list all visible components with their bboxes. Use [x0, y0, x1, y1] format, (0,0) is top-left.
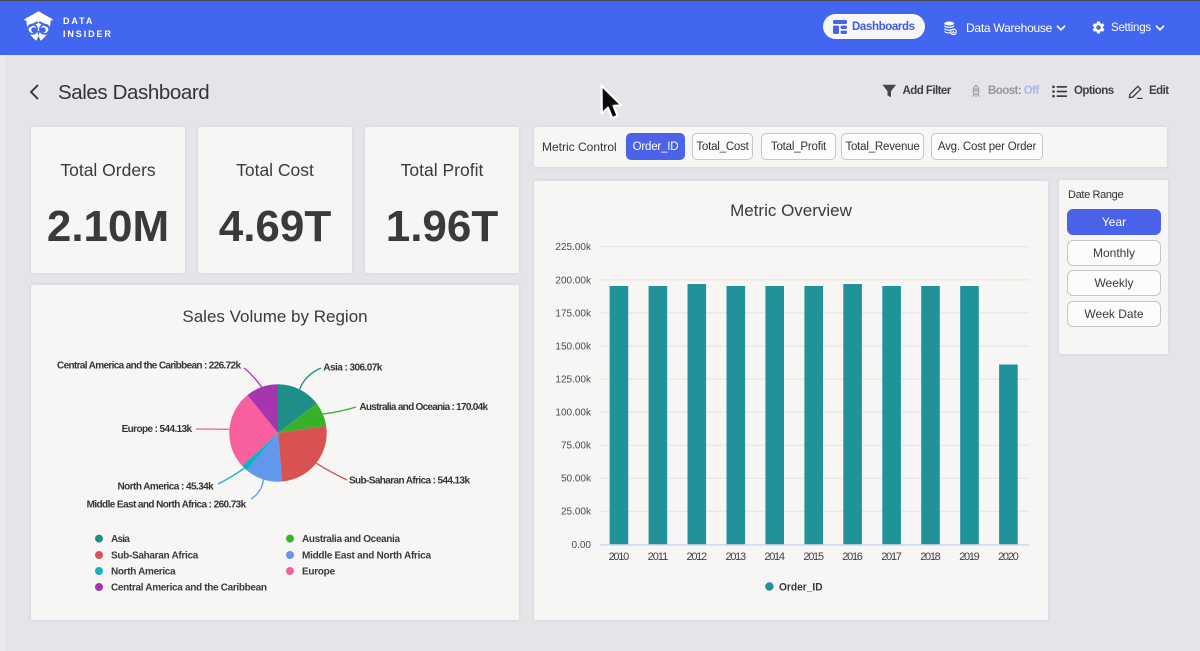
svg-text:North America: North America: [111, 566, 176, 577]
svg-text:2011: 2011: [648, 551, 669, 563]
svg-text:75.00k: 75.00k: [561, 441, 592, 452]
svg-text:2019: 2019: [959, 551, 980, 563]
svg-text:2020: 2020: [998, 551, 1019, 563]
svg-text:Middle East and North Africa: Middle East and North Africa: [302, 550, 431, 561]
svg-text:0.00: 0.00: [572, 540, 592, 551]
svg-text:125.00k: 125.00k: [555, 375, 592, 386]
svg-text:Europe: Europe: [302, 566, 335, 577]
svg-text:225.00k: 225.00k: [555, 242, 592, 253]
svg-text:Middle East and North Africa :: Middle East and North Africa : 260.73k: [87, 500, 247, 511]
svg-text:2012: 2012: [687, 551, 708, 563]
svg-text:Central America and the Caribb: Central America and the Caribbean: [111, 582, 267, 593]
svg-text:2013: 2013: [726, 551, 747, 563]
svg-text:Asia : 306.07k: Asia : 306.07k: [323, 363, 382, 374]
svg-text:Sub-Saharan Africa : 544.13k: Sub-Saharan Africa : 544.13k: [349, 475, 470, 486]
svg-text:Australia and Oceania : 170.04: Australia and Oceania : 170.04k: [359, 402, 488, 413]
svg-text:Australia and Oceania: Australia and Oceania: [302, 534, 400, 545]
svg-text:200.00k: 200.00k: [555, 275, 592, 286]
svg-text:2014: 2014: [764, 551, 785, 563]
svg-text:North America : 45.34k: North America : 45.34k: [118, 482, 215, 493]
svg-text:2016: 2016: [842, 551, 863, 563]
svg-text:Order_ID: Order_ID: [779, 581, 823, 593]
svg-text:50.00k: 50.00k: [561, 474, 592, 485]
svg-text:150.00k: 150.00k: [555, 341, 592, 352]
svg-text:100.00k: 100.00k: [555, 408, 592, 419]
svg-text:Europe : 544.13k: Europe : 544.13k: [122, 424, 193, 435]
svg-text:2017: 2017: [881, 551, 902, 563]
svg-text:Sub-Saharan Africa: Sub-Saharan Africa: [111, 550, 199, 561]
svg-text:2015: 2015: [803, 551, 824, 563]
svg-text:Central America and the Caribb: Central America and the Caribbean : 226.…: [57, 360, 241, 371]
svg-text:Asia: Asia: [111, 534, 130, 545]
svg-text:25.00k: 25.00k: [561, 507, 592, 518]
svg-text:2010: 2010: [609, 551, 630, 563]
svg-text:2018: 2018: [920, 551, 941, 563]
svg-text:175.00k: 175.00k: [555, 308, 592, 319]
